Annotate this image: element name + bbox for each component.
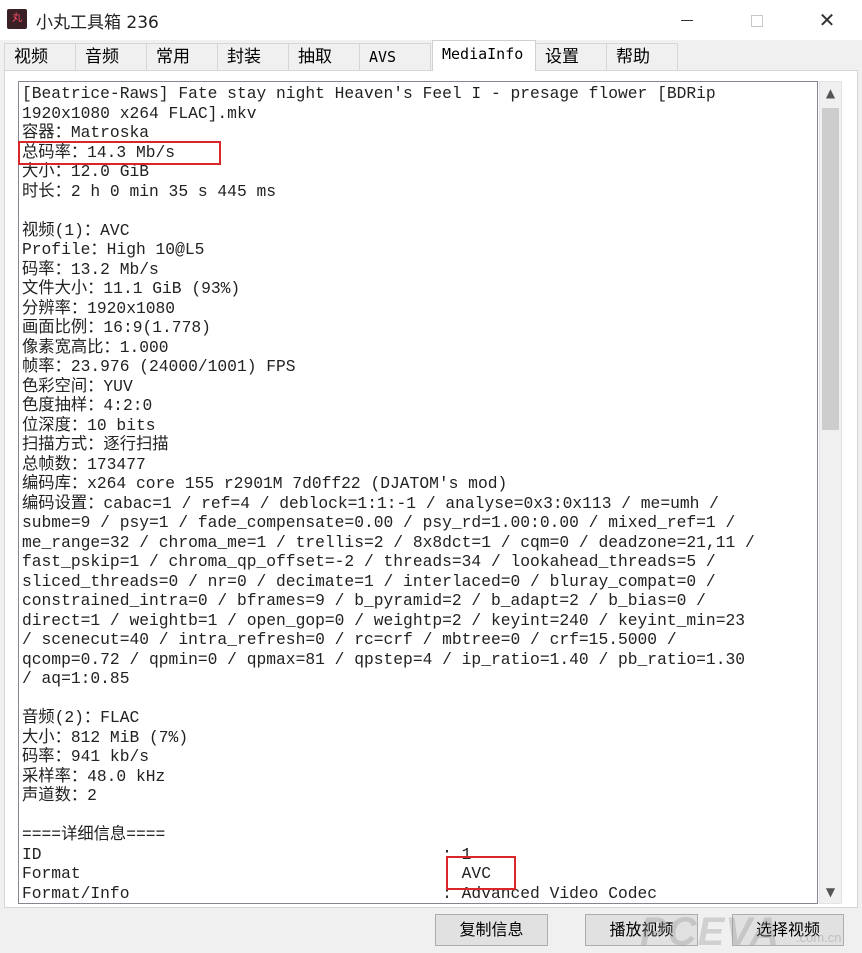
- tab-video[interactable]: 视频: [4, 43, 76, 71]
- info-line: 视频(1)：AVC: [22, 220, 130, 240]
- vertical-scrollbar[interactable]: ▲ ▼: [819, 81, 842, 904]
- info-line: 采样率：48.0 kHz: [22, 766, 166, 786]
- info-line: [22, 201, 814, 221]
- info-line: 容器：Matroska: [22, 123, 150, 142]
- info-line: 帧率：23.976 (24000/1001) FPS: [22, 357, 296, 376]
- close-icon: ✕: [818, 8, 836, 32]
- info-line: subme=9 / psy=1 / fade_compensate=0.00 /…: [22, 513, 736, 532]
- info-line: Format/Info : Advanced Video Codec: [22, 883, 658, 903]
- tab-common[interactable]: 常用: [146, 43, 218, 71]
- info-line: 时长：2 h 0 min 35 s 445 ms: [22, 181, 277, 201]
- info-line: sliced_threads=0 / nr=0 / decimate=1 / i…: [22, 571, 716, 591]
- title-bar: 丸 小丸工具箱 236 ✕: [0, 0, 862, 40]
- info-line: 文件大小：11.1 GiB (93%): [22, 279, 241, 298]
- bitrate-highlight-box: [18, 141, 221, 165]
- info-line: 位深度：10 bits: [22, 415, 156, 435]
- info-line: 1920x1080 x264 FLAC].mkv: [22, 103, 257, 123]
- app-icon: 丸: [7, 9, 27, 29]
- info-line: Profile：High 10@L5: [22, 240, 205, 259]
- watermark-domain: .com.cn: [796, 930, 842, 945]
- minimize-button[interactable]: [652, 0, 722, 40]
- info-line: / scenecut=40 / intra_refresh=0 / rc=crf…: [22, 630, 677, 649]
- info-line: 编码库：x264 core 155 r2901M 7d0ff22 (DJATOM…: [22, 474, 508, 493]
- info-line: 大小：812 MiB (7%): [22, 727, 189, 747]
- info-line: 像素宽高比：1.000: [22, 337, 169, 357]
- scroll-up-icon[interactable]: ▲: [820, 82, 841, 104]
- tab-help[interactable]: 帮助: [606, 43, 678, 71]
- mediainfo-text: [Beatrice-Raws] Fate stay night Heaven's…: [22, 84, 814, 903]
- info-line: fast_pskip=1 / chroma_qp_offset=-2 / thr…: [22, 552, 716, 571]
- watermark-logo: PCEVA: [640, 910, 780, 953]
- tab-bar: 视频 音频 常用 封装 抽取 AVS MediaInfo 设置 帮助: [0, 40, 862, 71]
- info-line: 音频(2)：FLAC: [22, 708, 140, 727]
- mediainfo-textbox[interactable]: [Beatrice-Raws] Fate stay night Heaven's…: [18, 81, 818, 904]
- info-line: constrained_intra=0 / bframes=9 / b_pyra…: [22, 591, 706, 610]
- info-line: 码率：941 kb/s: [22, 747, 150, 766]
- info-line: 分辨率：1920x1080: [22, 298, 176, 318]
- info-line: 总帧数：173477: [22, 454, 146, 474]
- info-line: [22, 806, 814, 826]
- tab-mux[interactable]: 封装: [217, 43, 289, 71]
- info-line: 色度抽样：4:2:0: [22, 396, 153, 415]
- tab-extract[interactable]: 抽取: [288, 43, 360, 71]
- info-line: / aq=1:0.85: [22, 669, 130, 688]
- scroll-thumb[interactable]: [822, 108, 839, 430]
- info-line: [Beatrice-Raws] Fate stay night Heaven's…: [22, 84, 716, 103]
- close-button[interactable]: ✕: [792, 0, 862, 40]
- info-line: ====详细信息====: [22, 825, 166, 844]
- info-line: ID : 1: [22, 844, 472, 864]
- info-line: 码率：13.2 Mb/s: [22, 259, 159, 279]
- window-title: 小丸工具箱 236: [36, 13, 159, 33]
- info-line: 声道数：2: [22, 786, 97, 805]
- info-line: me_range=32 / chroma_me=1 / trellis=2 / …: [22, 532, 755, 552]
- tab-mediainfo[interactable]: MediaInfo: [432, 40, 536, 71]
- info-line: 编码设置：cabac=1 / ref=4 / deblock=1:1:-1 / …: [22, 493, 719, 513]
- info-line: [22, 689, 814, 709]
- copy-info-button[interactable]: 复制信息: [435, 914, 548, 946]
- info-line: direct=1 / weightb=1 / open_gop=0 / weig…: [22, 610, 746, 630]
- tab-settings[interactable]: 设置: [535, 43, 607, 71]
- maximize-icon: [751, 14, 763, 27]
- info-line: Format : AVC: [22, 864, 491, 883]
- minimize-icon: [681, 20, 693, 21]
- maximize-button[interactable]: [722, 0, 792, 40]
- info-line: 画面比例：16:9(1.778): [22, 318, 211, 337]
- info-line: 扫描方式：逐行扫描: [22, 435, 169, 454]
- format-highlight-box: [446, 856, 516, 890]
- tab-audio[interactable]: 音频: [75, 43, 147, 71]
- info-line: qcomp=0.72 / qpmin=0 / qpmax=81 / qpstep…: [22, 649, 746, 669]
- tab-avs[interactable]: AVS: [359, 43, 431, 71]
- info-line: 色彩空间：YUV: [22, 376, 133, 396]
- scroll-down-icon[interactable]: ▼: [820, 881, 841, 903]
